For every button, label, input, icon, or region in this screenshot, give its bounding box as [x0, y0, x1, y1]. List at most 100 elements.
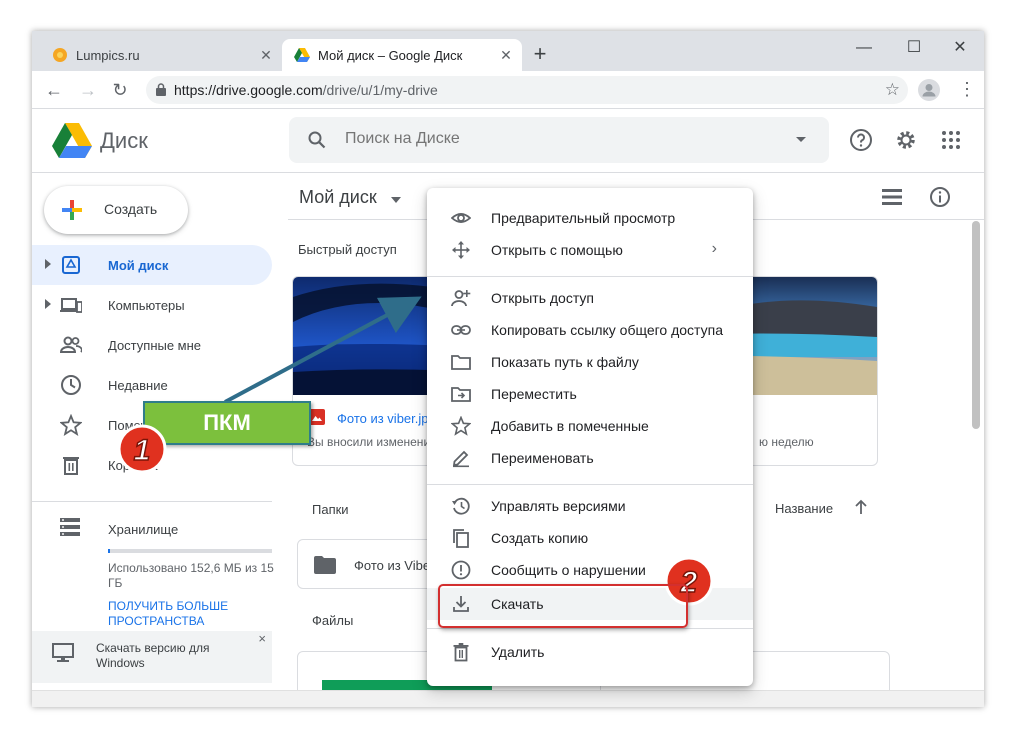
browser-menu-icon[interactable]: ⋮ — [958, 79, 976, 99]
drive-logo-icon — [52, 123, 92, 158]
sidebar-item-shared[interactable]: Доступные мне — [32, 325, 272, 365]
sidebar-item-computers[interactable]: Компьютеры — [32, 285, 272, 325]
horizontal-scrollbar[interactable] — [32, 690, 984, 707]
file-subtitle: Вы вносили изменения — [307, 435, 437, 449]
address-bar[interactable]: https://drive.google.com/drive/u/1/my-dr… — [146, 76, 908, 104]
sidebar-item-label: Мой диск — [108, 258, 169, 273]
menu-item-delete[interactable]: Удалить — [427, 636, 753, 668]
url-text: https://drive.google.com/drive/u/1/my-dr… — [174, 82, 438, 98]
star-icon — [451, 416, 471, 436]
apps-grid-icon[interactable] — [938, 127, 964, 153]
tab-label: Lumpics.ru — [76, 47, 140, 63]
search-icon — [308, 131, 326, 149]
back-icon[interactable]: ← — [44, 80, 64, 100]
star-icon — [60, 414, 82, 436]
lock-icon — [156, 83, 166, 96]
expand-arrow-icon[interactable] — [44, 299, 52, 309]
menu-item-preview[interactable]: Предварительный просмотр — [427, 202, 753, 234]
sidebar-divider — [32, 501, 272, 502]
get-more-storage-link[interactable]: ПОЛУЧИТЬ БОЛЬШЕ ПРОСТРАНСТВА — [108, 599, 268, 629]
person-add-icon — [451, 290, 471, 307]
menu-divider — [427, 628, 753, 629]
create-label: Создать — [104, 201, 158, 217]
menu-item-open-with[interactable]: Открыть с помощью › — [427, 234, 753, 266]
help-icon[interactable] — [848, 127, 874, 153]
menu-divider — [427, 484, 753, 485]
download-highlight-box — [438, 584, 688, 628]
right-click-callout: ПКМ — [143, 401, 311, 445]
page-title[interactable]: Мой диск — [299, 187, 377, 208]
plus-icon — [62, 200, 82, 220]
clock-icon — [61, 375, 81, 395]
history-icon — [452, 497, 470, 515]
search-bar[interactable] — [289, 117, 829, 163]
open-with-icon — [452, 241, 470, 259]
copy-icon — [453, 529, 469, 548]
step-1-badge: 1 — [117, 424, 167, 474]
menu-item-add-starred[interactable]: Добавить в помеченные — [427, 410, 753, 442]
search-options-chevron-down-icon[interactable] — [793, 131, 809, 147]
scrollbar-thumb[interactable] — [972, 221, 980, 429]
browser-toolbar: ← → ↻ https://drive.google.com/drive/u/1… — [32, 71, 984, 109]
sidebar-item-recent[interactable]: Недавние — [32, 365, 272, 405]
create-new-button[interactable]: Создать — [44, 186, 188, 234]
computers-icon — [60, 298, 82, 313]
info-icon[interactable] — [929, 186, 951, 208]
profile-avatar-icon[interactable] — [918, 79, 940, 101]
storage-progress-bar — [108, 549, 272, 553]
sidebar-item-label: Доступные мне — [108, 338, 202, 353]
submenu-chevron-right-icon: › — [711, 240, 717, 257]
settings-gear-icon[interactable] — [893, 127, 919, 153]
drive-header: Диск — [32, 109, 984, 173]
menu-item-show-location[interactable]: Показать путь к файлу — [427, 346, 753, 378]
menu-item-share[interactable]: Открыть доступ — [427, 282, 753, 314]
trash-icon — [453, 643, 469, 662]
tab-close-icon[interactable]: ✕ — [258, 47, 274, 63]
drive-favicon-icon — [294, 48, 310, 62]
quick-access-header: Быстрый доступ — [298, 242, 397, 257]
report-icon — [451, 560, 471, 580]
tab-close-icon[interactable]: ✕ — [498, 47, 514, 63]
folder-icon — [314, 556, 336, 574]
folders-header: Папки — [312, 502, 349, 517]
sidebar-item-my-drive[interactable]: Мой диск — [32, 245, 272, 285]
maximize-button[interactable]: ☐ — [894, 35, 934, 61]
bookmark-star-icon[interactable]: ☆ — [885, 80, 900, 100]
tab-lumpics[interactable]: Lumpics.ru ✕ — [40, 39, 282, 71]
my-drive-icon — [62, 256, 80, 274]
pencil-icon — [452, 450, 469, 468]
move-to-icon — [451, 387, 471, 402]
step-1-number: 1 — [134, 434, 151, 467]
link-icon — [451, 325, 471, 335]
chevron-down-icon[interactable] — [390, 195, 402, 205]
menu-item-manage-versions[interactable]: Управлять версиями — [427, 490, 753, 522]
monitor-icon — [52, 643, 74, 662]
reload-icon[interactable]: ↻ — [110, 80, 130, 100]
shared-icon — [60, 336, 82, 353]
menu-item-move[interactable]: Переместить — [427, 378, 753, 410]
close-banner-icon[interactable]: × — [258, 631, 266, 646]
menu-item-copy-link[interactable]: Копировать ссылку общего доступа — [427, 314, 753, 346]
sidebar-item-label: Недавние — [108, 378, 168, 393]
file-subtitle: ю неделю — [759, 435, 814, 449]
storage-icon — [60, 518, 80, 536]
download-desktop-banner[interactable]: Скачать версию для Windows × — [32, 631, 272, 683]
list-view-icon[interactable] — [882, 189, 902, 205]
tab-google-drive[interactable]: Мой диск – Google Диск ✕ — [282, 39, 522, 71]
sort-by-name-button[interactable]: Название — [775, 501, 833, 516]
lumpics-favicon-icon — [53, 48, 67, 62]
search-input[interactable] — [345, 130, 775, 148]
close-window-button[interactable]: ✕ — [940, 35, 980, 61]
expand-arrow-icon[interactable] — [44, 259, 52, 269]
menu-item-rename[interactable]: Переименовать — [427, 442, 753, 474]
folder-icon — [451, 355, 471, 370]
file-name: Фото из viber.jpg — [337, 411, 436, 426]
app-title: Диск — [100, 128, 148, 153]
menu-item-make-copy[interactable]: Создать копию — [427, 522, 753, 554]
new-tab-button[interactable]: + — [528, 43, 552, 67]
storage-label: Хранилище — [108, 522, 179, 537]
sort-arrow-up-icon[interactable] — [854, 499, 868, 515]
eye-icon — [451, 213, 471, 223]
forward-icon[interactable]: → — [78, 80, 98, 100]
minimize-button[interactable]: — — [844, 35, 884, 61]
